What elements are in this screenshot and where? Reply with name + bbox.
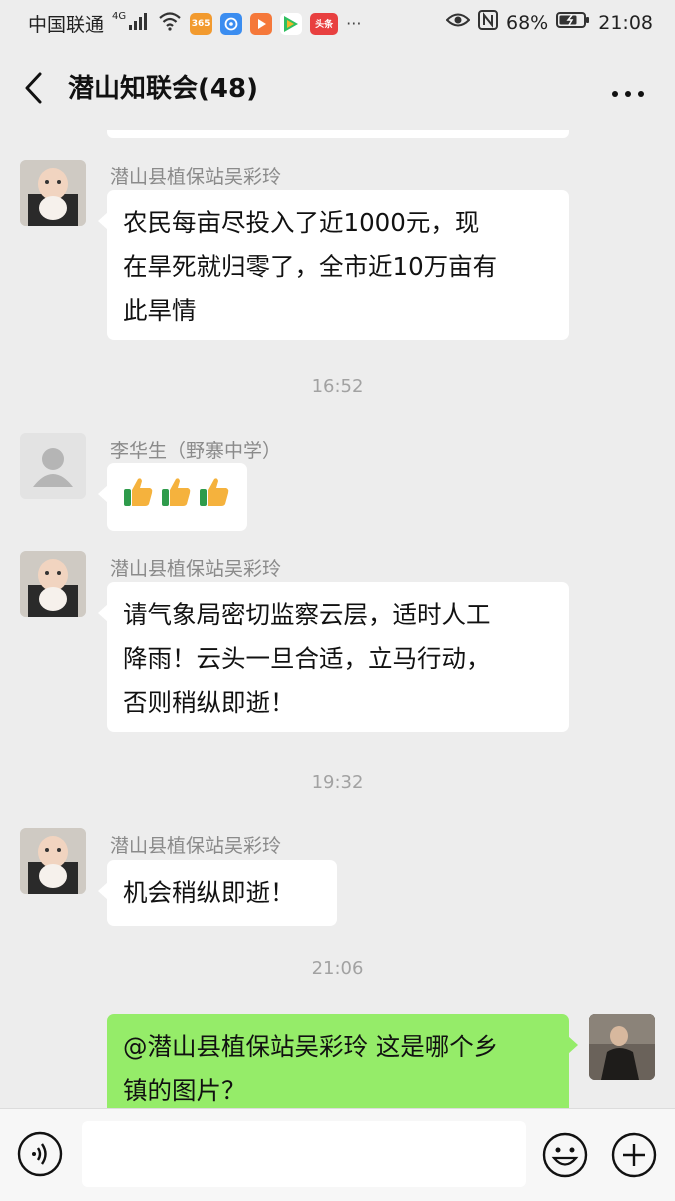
more-options-button[interactable] — [611, 84, 645, 97]
clock: 21:08 — [598, 11, 653, 34]
baby-avatar-icon — [20, 551, 86, 617]
chat-messages[interactable]: 潜山县植保站吴彩玲 农民每亩尽投入了近1000元，现 在旱死就归零了，全市近10… — [0, 130, 675, 1108]
battery-percent: 68% — [506, 11, 549, 34]
baby-avatar-icon — [20, 828, 86, 894]
timestamp: 21:06 — [311, 958, 364, 979]
message-line: 农民每亩尽投入了近1000元，现 — [123, 208, 480, 237]
message-line: 镇的图片？ — [123, 1076, 246, 1105]
sender-name: 潜山县植保站吴彩玲 — [110, 166, 282, 188]
chat-header: 潜山知联会(48) — [0, 46, 675, 130]
avatar[interactable] — [20, 828, 86, 894]
input-bar — [0, 1108, 675, 1201]
app-tencent-video-icon — [280, 12, 303, 35]
status-bar: 中国联通 4G 365 头条 ··· 68% 21:08 — [0, 0, 675, 46]
more-dots-icon — [612, 91, 644, 97]
more-notifications-icon: ··· — [346, 14, 362, 33]
chevron-left-icon — [25, 72, 42, 104]
back-button[interactable] — [18, 68, 54, 108]
message-bubble-outgoing[interactable]: @潜山县植保站吴彩玲 这是哪个乡 镇的图片？ — [107, 1014, 578, 1108]
avatar[interactable] — [20, 433, 86, 499]
signal-icon — [128, 11, 150, 36]
message-line: 降雨！云头一旦合适，立马行动， — [123, 644, 491, 673]
timestamp: 19:32 — [311, 772, 364, 793]
app-video-icon — [250, 12, 273, 35]
message-line: 在旱死就归零了，全市近10万亩有 — [123, 252, 498, 281]
status-left: 中国联通 4G 365 头条 ··· — [28, 10, 361, 37]
message-input[interactable] — [82, 1121, 526, 1187]
baby-avatar-icon — [20, 160, 86, 226]
emoji-button[interactable] — [541, 1131, 589, 1179]
message-bubble[interactable]: 农民每亩尽投入了近1000元，现 在旱死就归零了，全市近10万亩有 此旱情 — [98, 190, 569, 340]
voice-input-button[interactable] — [17, 1131, 63, 1177]
plus-circle-icon — [611, 1132, 657, 1178]
thumbs-up-row — [121, 471, 233, 509]
sender-name: 李华生（野寨中学） — [110, 440, 282, 462]
app-365-icon: 365 — [190, 12, 213, 35]
thumbs-up-icon — [200, 478, 229, 506]
message-line: @潜山县植保站吴彩玲 这是哪个乡 — [123, 1032, 499, 1061]
more-functions-button[interactable] — [610, 1131, 658, 1179]
message-line: 否则稍纵即逝！ — [123, 688, 295, 717]
avatar[interactable] — [20, 160, 86, 226]
app-browser-icon — [220, 12, 243, 35]
timestamp: 16:52 — [311, 376, 364, 397]
eye-icon — [445, 11, 471, 34]
page-title: 潜山知联会(48) — [68, 74, 258, 104]
nfc-icon — [478, 10, 498, 35]
previous-message-bubble — [107, 130, 569, 138]
message-bubble[interactable]: 请气象局密切监察云层，适时人工 降雨！云头一旦合适，立马行动， 否则稍纵即逝！ — [98, 582, 569, 732]
carrier-label: 中国联通 — [28, 14, 105, 36]
thumbs-up-icon — [162, 478, 191, 506]
self-avatar[interactable] — [589, 1014, 655, 1080]
battery-icon — [556, 10, 590, 35]
status-right: 68% 21:08 — [445, 10, 653, 35]
app-toutiao-icon: 头条 — [310, 12, 339, 35]
message-bubble[interactable]: 机会稍纵即逝！ — [98, 860, 337, 926]
sender-name: 潜山县植保站吴彩玲 — [110, 835, 282, 857]
thumbs-up-icon — [124, 478, 153, 506]
self-avatar-icon — [589, 1014, 655, 1080]
message-line: 请气象局密切监察云层，适时人工 — [123, 600, 491, 629]
avatar[interactable] — [20, 551, 86, 617]
emoji-icon — [542, 1132, 588, 1178]
default-user-icon — [20, 433, 86, 499]
message-line: 机会稍纵即逝！ — [123, 878, 295, 907]
message-line: 此旱情 — [123, 296, 197, 325]
sender-name: 潜山县植保站吴彩玲 — [110, 558, 282, 580]
network-type: 4G — [112, 11, 127, 22]
wifi-icon — [158, 11, 182, 36]
voice-icon — [17, 1131, 63, 1177]
message-bubble[interactable] — [98, 463, 247, 531]
